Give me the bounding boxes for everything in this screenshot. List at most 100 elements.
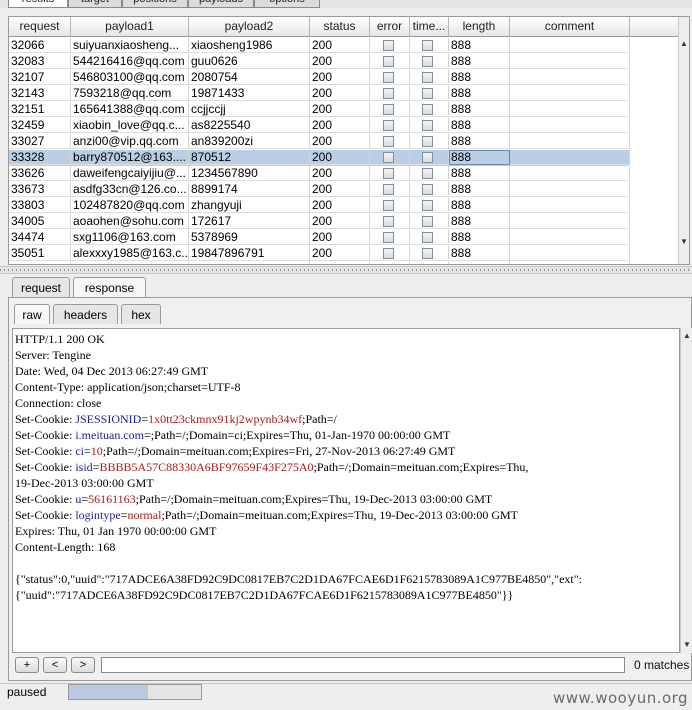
cell-comment[interactable] (510, 118, 630, 133)
timeout-checkbox[interactable] (422, 72, 433, 83)
cell-comment[interactable] (510, 150, 630, 165)
cell-comment[interactable] (510, 70, 630, 85)
timeout-checkbox[interactable] (422, 120, 433, 131)
timeout-checkbox[interactable] (422, 136, 433, 147)
timeout-checkbox[interactable] (422, 56, 433, 67)
col-comment[interactable]: comment (510, 17, 630, 37)
cell-payload1: 7593218@qq.com (71, 86, 189, 101)
tab-positions[interactable]: positions (122, 0, 188, 8)
cell-comment[interactable] (510, 134, 630, 149)
col-payload2[interactable]: payload2 (189, 17, 310, 37)
search-help-button[interactable]: + (15, 657, 39, 673)
error-checkbox[interactable] (382, 248, 394, 259)
timeout-checkbox[interactable] (422, 40, 433, 51)
table-row[interactable]: 33626 daweifengcaiyijiu@... 1234567890 200 8… (9, 166, 630, 182)
tab-payloads[interactable]: payloads (188, 0, 254, 8)
table-row[interactable]: 32459 xiaobin_love@qq.c... as8225540 200 888 (9, 118, 630, 134)
tab-options[interactable]: options (254, 0, 320, 8)
error-checkbox[interactable] (382, 40, 394, 51)
table-scrollbar[interactable]: ▲ ▼ (678, 17, 689, 264)
table-row[interactable]: 35131 200 888 (9, 262, 630, 264)
error-checkbox[interactable] (382, 152, 394, 163)
search-next-button[interactable]: > (71, 657, 95, 673)
response-body[interactable]: HTTP/1.1 200 OK Server: Tengine Date: We… (12, 328, 680, 653)
error-checkbox[interactable] (382, 136, 394, 147)
table-row[interactable]: 32151 165641388@qq.com ccjjccjj 200 888 (9, 102, 630, 118)
search-prev-button[interactable]: < (43, 657, 67, 673)
timeout-checkbox[interactable] (422, 168, 433, 179)
table-row[interactable]: 32143 7593218@qq.com 19871433 200 888 (9, 86, 630, 102)
error-checkbox[interactable] (382, 216, 394, 227)
col-request[interactable]: request (9, 17, 71, 37)
cell-request: 33673 (9, 182, 71, 197)
timeout-checkbox[interactable] (422, 152, 433, 163)
col-error[interactable]: error (370, 17, 410, 37)
search-input[interactable] (101, 657, 625, 673)
tab-response[interactable]: response (73, 277, 146, 297)
timeout-checkbox[interactable] (422, 216, 433, 227)
tab-headers[interactable]: headers (53, 304, 118, 324)
scroll-up-icon[interactable]: ▲ (682, 331, 692, 341)
cell-comment[interactable] (510, 54, 630, 69)
table-row[interactable]: 33803 102487820@qq.com zhangyuji 200 888 (9, 198, 630, 214)
scroll-up-icon[interactable]: ▲ (679, 39, 689, 49)
error-checkbox[interactable] (382, 232, 394, 243)
table-row[interactable]: 32083 544216416@qq.com guu0626 200 888 (9, 54, 630, 70)
timeout-checkbox[interactable] (422, 88, 433, 99)
top-tab-strip: results target positions payloads option… (0, 0, 692, 8)
col-payload1[interactable]: payload1 (71, 17, 189, 37)
scroll-down-icon[interactable]: ▼ (682, 640, 692, 650)
results-table: request payload1 payload2 status error t… (8, 16, 690, 265)
tab-target[interactable]: target (68, 0, 122, 8)
cell-comment[interactable] (510, 102, 630, 117)
table-row[interactable]: 32107 546803100@qq.com 2080754 200 888 (9, 70, 630, 86)
error-checkbox[interactable] (382, 72, 394, 83)
cell-comment[interactable] (510, 230, 630, 245)
cell-comment[interactable] (510, 214, 630, 229)
col-status[interactable]: status (310, 17, 370, 37)
response-scrollbar[interactable]: ▲ ▼ (680, 328, 692, 653)
error-checkbox[interactable] (382, 120, 394, 131)
timeout-checkbox[interactable] (422, 200, 433, 211)
cell-status: 200 (310, 214, 370, 229)
table-row[interactable]: 33673 asdfg33cn@126.co... 8899174 200 888 (9, 182, 630, 198)
cell-payload1: daweifengcaiyijiu@... (71, 166, 189, 181)
error-checkbox[interactable] (382, 88, 394, 99)
cell-comment[interactable] (510, 246, 630, 261)
cell-length: 888 (449, 102, 510, 117)
cell-comment[interactable] (510, 182, 630, 197)
timeout-checkbox[interactable] (422, 248, 433, 259)
cell-comment[interactable] (510, 38, 630, 53)
error-checkbox[interactable] (382, 168, 394, 179)
error-checkbox[interactable] (382, 104, 394, 115)
table-row[interactable]: 34005 aoaohen@sohu.com 172617 200 888 (9, 214, 630, 230)
tab-results[interactable]: results (8, 0, 68, 8)
col-timeout[interactable]: time... (410, 17, 449, 37)
timeout-checkbox[interactable] (422, 232, 433, 243)
error-checkbox[interactable] (382, 184, 394, 195)
pane-splitter[interactable] (0, 266, 692, 274)
cell-comment[interactable] (510, 86, 630, 101)
timeout-checkbox[interactable] (422, 104, 433, 115)
timeout-checkbox[interactable] (422, 184, 433, 195)
tab-request[interactable]: request (12, 277, 70, 297)
table-row[interactable]: 33328 barry870512@163.... 870512 200 888 (9, 150, 630, 166)
table-row[interactable]: 33027 anzi00@vip.qq.com an839200zi 200 888 (9, 134, 630, 150)
cell-length: 888 (449, 38, 510, 53)
cell-comment[interactable] (510, 262, 630, 264)
cell-payload1: xiaobin_love@qq.c... (71, 118, 189, 133)
cell-comment[interactable] (510, 166, 630, 181)
cell-error (370, 118, 410, 133)
scroll-down-icon[interactable]: ▼ (679, 237, 689, 247)
error-checkbox[interactable] (382, 200, 394, 211)
table-row[interactable]: 34474 sxg1106@163.com 5378969 200 888 (9, 230, 630, 246)
cell-comment[interactable] (510, 198, 630, 213)
table-row[interactable]: 35051 alexxxy1985@163.c... 19847896791 200 8… (9, 246, 630, 262)
error-checkbox[interactable] (382, 56, 394, 67)
tab-hex[interactable]: hex (121, 304, 161, 324)
col-length[interactable]: length (449, 17, 510, 37)
table-row[interactable]: 32066 suiyuanxiaosheng... xiaosheng1986 200… (9, 38, 630, 54)
cell-timeout (410, 70, 449, 85)
cell-length: 888 (449, 198, 510, 213)
tab-raw[interactable]: raw (14, 304, 50, 324)
